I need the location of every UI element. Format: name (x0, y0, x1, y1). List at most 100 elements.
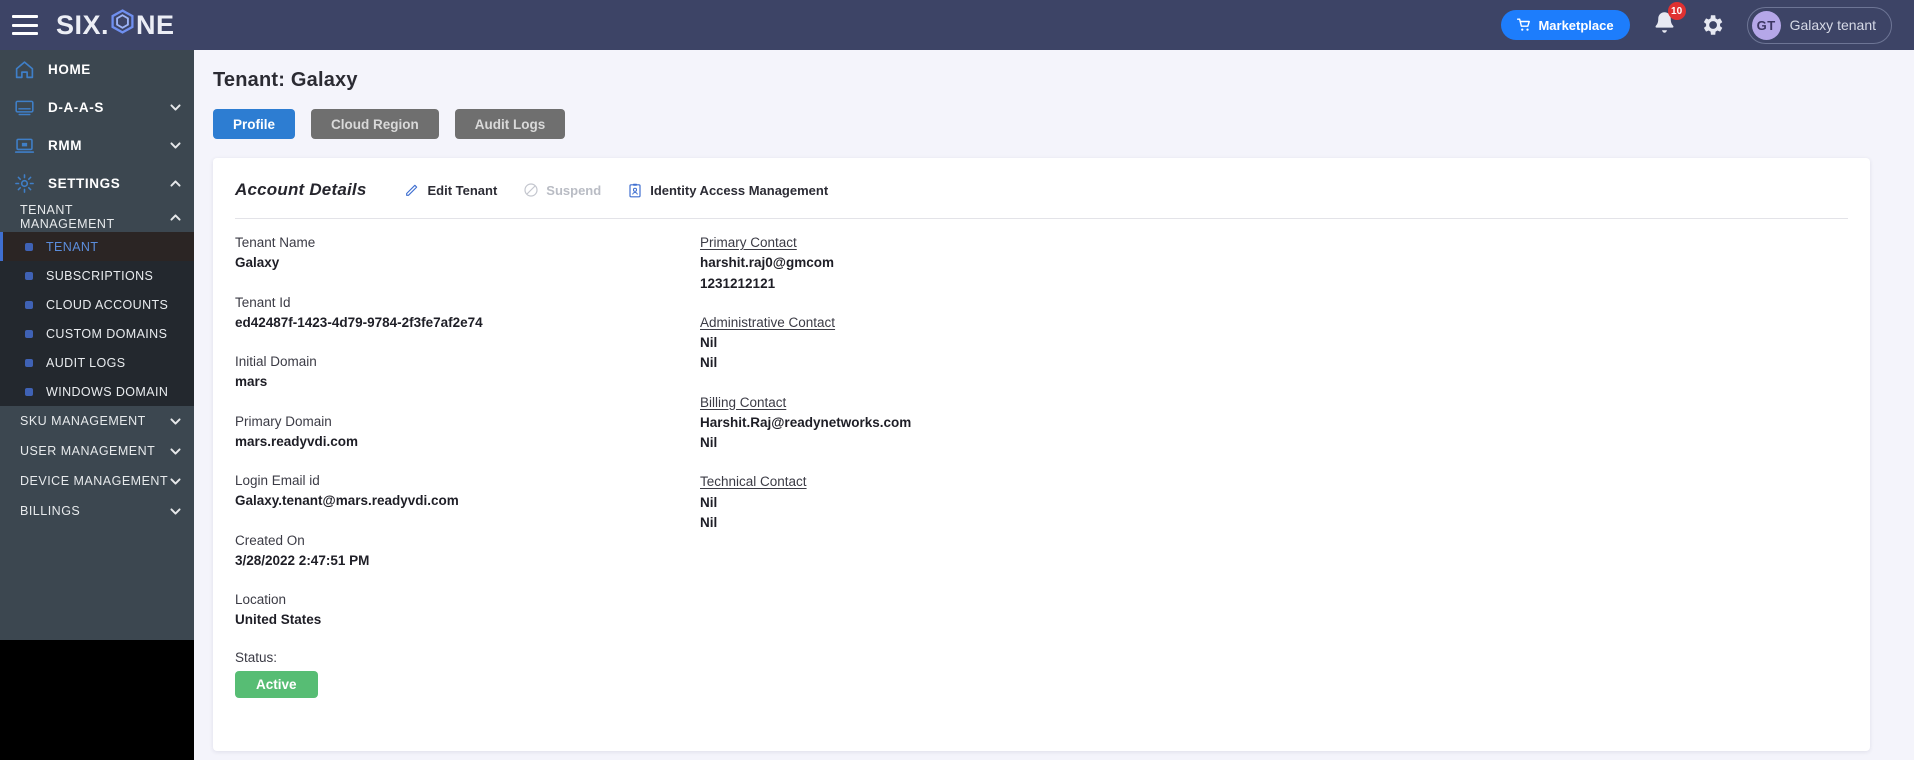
sidebar-item-windows-domain[interactable]: WINDOWS DOMAIN (0, 377, 194, 406)
chevron-down-icon (170, 103, 181, 111)
chevron-up-icon (170, 179, 181, 187)
profile-name: Galaxy tenant (1789, 17, 1876, 33)
sidebar-item-audit-logs[interactable]: AUDIT LOGS (0, 348, 194, 377)
sidebar-item-audit-logs-label: AUDIT LOGS (46, 355, 126, 370)
page-title: Tenant: Galaxy (213, 69, 358, 91)
field-value: Galaxy.tenant@mars.readyvdi.com (235, 493, 459, 509)
field-value: mars (235, 374, 268, 390)
field-value-phone: Nil (700, 514, 718, 530)
hamburger-icon[interactable] (12, 15, 38, 35)
field-label: Billing Contact (700, 394, 787, 410)
notifications-button[interactable]: 10 (1652, 2, 1686, 41)
sidebar-item-rmm[interactable]: RMM (0, 126, 194, 164)
sidebar-item-tenant[interactable]: TENANT (0, 232, 194, 261)
sidebar-group-tenant-management[interactable]: TENANT MANAGEMENT (0, 202, 194, 232)
gear-icon (1703, 15, 1722, 35)
sidebar-item-custom-domains-label: CUSTOM DOMAINS (46, 326, 168, 341)
sidebar-item-home-label: HOME (48, 61, 91, 77)
field-label: Initial Domain (235, 354, 317, 369)
sidebar-item-cloud-accounts-label: CLOUD ACCOUNTS (46, 297, 169, 312)
bullet-icon (25, 300, 33, 309)
main-content: Tenant: Galaxy Profile Cloud Region Audi… (194, 50, 1914, 760)
field-value: 3/28/2022 2:47:51 PM (235, 552, 370, 568)
pencil-icon (406, 184, 418, 196)
sidebar-item-rmm-label: RMM (48, 137, 83, 153)
edit-tenant-button[interactable]: Edit Tenant (404, 182, 497, 198)
bullet-icon (25, 358, 33, 367)
profile-menu[interactable]: GT Galaxy tenant (1746, 6, 1892, 44)
details-left-column: Tenant Name Galaxy Tenant Id ed42487f-14… (235, 233, 700, 717)
sidebar-item-settings-label: SETTINGS (48, 175, 121, 191)
sidebar-group-device-management[interactable]: DEVICE MANAGEMENT (0, 466, 194, 496)
id-badge-icon (629, 183, 641, 197)
marketplace-button[interactable]: Marketplace (1501, 10, 1630, 40)
field-initial-domain: Initial Domain mars (235, 352, 700, 393)
bullet-icon (25, 271, 33, 280)
edit-tenant-label: Edit Tenant (427, 182, 498, 198)
suspend-button[interactable]: Suspend (523, 182, 601, 198)
sidebar-item-cloud-accounts[interactable]: CLOUD ACCOUNTS (0, 290, 194, 319)
sidebar-item-settings[interactable]: SETTINGS (0, 164, 194, 202)
sidebar-group-sku-management[interactable]: SKU MANAGEMENT (0, 406, 194, 436)
settings-groups: SKU MANAGEMENT USER MANAGEMENT DEVICE MA… (0, 406, 194, 526)
field-tenant-id: Tenant Id ed42487f-1423-4d79-9784-2f3fe7… (235, 293, 700, 334)
field-created-on: Created On 3/28/2022 2:47:51 PM (235, 531, 700, 572)
sidebar-item-home[interactable]: HOME (0, 50, 194, 88)
tab-cloud-region[interactable]: Cloud Region (311, 109, 439, 139)
sidebar-item-daas[interactable]: D-A-A-S (0, 88, 194, 126)
hexagon-icon (110, 9, 135, 34)
field-primary-contact: Primary Contact harshit.raj0@gmcom 12312… (700, 233, 1165, 294)
shopping-cart-icon (1517, 18, 1531, 31)
field-value-email: Harshit.Raj@readynetworks.com (700, 414, 912, 430)
avatar: GT (1751, 10, 1781, 40)
app-logo[interactable]: SIX. NE (56, 9, 175, 41)
field-location: Location United States (235, 590, 700, 631)
sidebar-item-tenant-label: TENANT (46, 239, 99, 254)
chevron-down-icon (170, 417, 181, 425)
field-primary-domain: Primary Domain mars.readyvdi.com (235, 412, 700, 453)
field-value: mars.readyvdi.com (235, 433, 359, 449)
sidebar-group-user-management-label: USER MANAGEMENT (20, 444, 156, 458)
sidebar-group-tenant-management-label: TENANT MANAGEMENT (20, 203, 115, 231)
details-columns: Tenant Name Galaxy Tenant Id ed42487f-14… (213, 219, 1870, 717)
identity-access-management-label: Identity Access Management (650, 182, 829, 198)
chevron-down-icon (170, 447, 181, 455)
tab-audit-logs[interactable]: Audit Logs (454, 109, 566, 139)
bullet-icon (25, 387, 33, 396)
chevron-up-icon (170, 213, 181, 221)
field-login-email-id: Login Email id Galaxy.tenant@mars.readyv… (235, 471, 700, 512)
status-label: Status: (235, 649, 278, 665)
field-status: Status: Active (235, 650, 700, 698)
tenant-management-items: TENANT SUBSCRIPTIONS CLOUD ACCOUNTS CUST… (0, 232, 194, 406)
field-label: Location (235, 592, 287, 607)
sidebar-group-billings-label: BILLINGS (20, 504, 81, 518)
sidebar-item-daas-label: D-A-A-S (48, 99, 104, 115)
field-tenant-name: Tenant Name Galaxy (235, 233, 700, 274)
settings-gear-button[interactable] (1699, 12, 1725, 38)
field-label: Login Email id (235, 473, 320, 488)
details-right-column: Primary Contact harshit.raj0@gmcom 12312… (700, 233, 1165, 717)
field-value-email: Nil (700, 494, 718, 510)
suspend-label: Suspend (546, 182, 602, 198)
chevron-down-icon (170, 141, 181, 149)
field-value-email: Nil (700, 335, 718, 350)
account-details-card: Account Details Edit Tenant Suspend Iden… (213, 158, 1870, 751)
sidebar-group-sku-management-label: SKU MANAGEMENT (20, 414, 146, 428)
field-value-phone: Nil (700, 435, 718, 450)
sidebar-item-custom-domains[interactable]: CUSTOM DOMAINS (0, 319, 194, 348)
field-value: ed42487f-1423-4d79-9784-2f3fe7af2e74 (235, 314, 483, 330)
field-label: Technical Contact (700, 474, 807, 490)
sidebar-group-user-management[interactable]: USER MANAGEMENT (0, 436, 194, 466)
sidebar: HOME D-A-A-S RMM SETTINGS TENANT MANAGEM… (0, 50, 194, 640)
sidebar-item-subscriptions[interactable]: SUBSCRIPTIONS (0, 261, 194, 290)
field-administrative-contact: Administrative Contact Nil Nil (700, 313, 1165, 374)
ban-icon (524, 183, 538, 197)
identity-access-management-button[interactable]: Identity Access Management (627, 182, 828, 199)
topbar-actions: Marketplace 10 GT Galaxy tenant (1501, 2, 1892, 44)
field-label: Tenant Name (235, 235, 316, 250)
bullet-icon (25, 242, 33, 251)
field-value-email: harshit.raj0@gmcom (700, 255, 834, 271)
chevron-down-icon (170, 477, 181, 485)
tab-profile[interactable]: Profile (213, 109, 296, 139)
sidebar-group-billings[interactable]: BILLINGS (0, 496, 194, 526)
